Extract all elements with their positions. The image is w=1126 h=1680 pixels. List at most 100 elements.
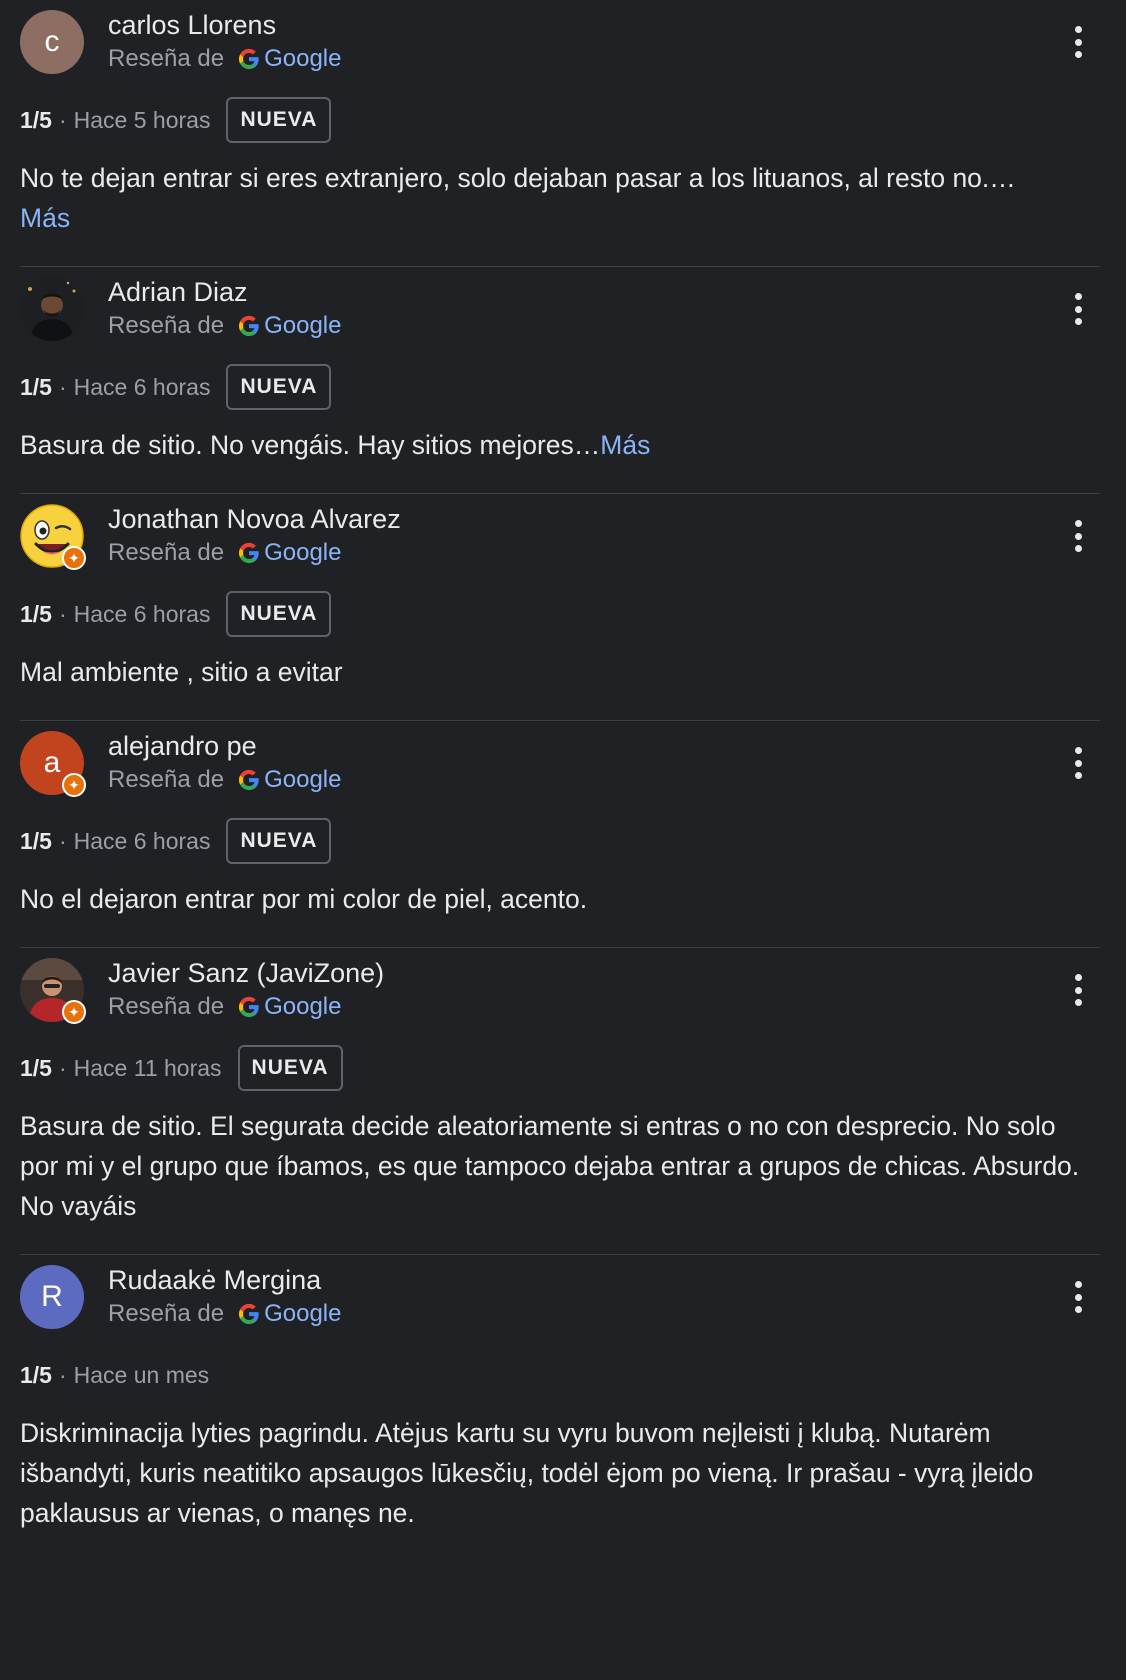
new-badge: NUEVA bbox=[237, 1045, 343, 1091]
review-text-body: Basura de sitio. No vengáis. Hay sitios … bbox=[20, 430, 601, 460]
new-badge: NUEVA bbox=[226, 364, 332, 410]
review-time: Hace 6 horas bbox=[73, 373, 211, 400]
review-text: Basura de sitio. No vengáis. Hay sitios … bbox=[20, 425, 1100, 493]
review-header: Adrian Diaz Reseña de Google bbox=[20, 267, 1100, 355]
review-meta: 1/5 · Hace 6 horas NUEVA bbox=[20, 363, 1100, 411]
avatar[interactable]: c bbox=[20, 10, 84, 74]
review-header: R Rudaakė Mergina Reseña de Google bbox=[20, 1255, 1100, 1343]
review-meta: 1/5 · Hace 6 horas NUEVA bbox=[20, 590, 1100, 638]
review-text-body: Basura de sitio. El segurata decide alea… bbox=[20, 1111, 1080, 1221]
source-name[interactable]: Google bbox=[264, 993, 341, 1021]
google-g-icon bbox=[238, 996, 260, 1018]
reviewer-name[interactable]: Rudaakė Mergina bbox=[108, 1265, 321, 1296]
review-card: R Rudaakė Mergina Reseña de Google 1/5 · Hace … bbox=[20, 1255, 1100, 1561]
more-options-icon[interactable] bbox=[1066, 289, 1090, 329]
rating-value: 1/5 bbox=[20, 373, 52, 400]
review-text-body: No el dejaron entrar por mi color de pie… bbox=[20, 884, 588, 914]
rating-value: 1/5 bbox=[20, 1361, 52, 1388]
source-name[interactable]: Google bbox=[264, 1300, 341, 1328]
new-badge: NUEVA bbox=[226, 591, 332, 637]
review-time: Hace un mes bbox=[73, 1361, 210, 1388]
source-prefix: Reseña de bbox=[108, 312, 225, 339]
review-meta: 1/5 · Hace un mes bbox=[20, 1351, 1100, 1399]
rating-value: 1/5 bbox=[20, 600, 52, 627]
source-name[interactable]: Google bbox=[264, 312, 341, 340]
review-card: c carlos Llorens Reseña de Google 1/5 · Hace 5… bbox=[20, 0, 1100, 267]
avatar[interactable]: R bbox=[20, 1265, 84, 1329]
review-text: No el dejaron entrar por mi color de pie… bbox=[20, 879, 1100, 947]
review-card: ✦ Jonathan Novoa Alvarez Reseña de Google 1/… bbox=[20, 494, 1100, 721]
review-source: Reseña de Google bbox=[108, 312, 341, 340]
rating-value: 1/5 bbox=[20, 106, 52, 133]
separator-dot: · bbox=[58, 373, 67, 400]
avatar-letter: c bbox=[20, 10, 84, 74]
separator-dot: · bbox=[58, 827, 67, 854]
review-header: c carlos Llorens Reseña de Google bbox=[20, 0, 1100, 88]
review-meta: 1/5 · Hace 5 horas NUEVA bbox=[20, 96, 1100, 144]
review-text: No te dejan entrar si eres extranjero, s… bbox=[20, 158, 1100, 266]
new-badge: NUEVA bbox=[226, 97, 332, 143]
source-prefix: Reseña de bbox=[108, 1300, 225, 1327]
avatar[interactable]: ✦ bbox=[20, 504, 86, 570]
separator-dot: · bbox=[58, 1054, 67, 1081]
review-text-body: No te dejan entrar si eres extranjero, s… bbox=[20, 163, 1016, 193]
review-text-body: Mal ambiente , sitio a evitar bbox=[20, 657, 343, 687]
reviewer-name[interactable]: Adrian Diaz bbox=[108, 277, 248, 308]
avatar-letter: R bbox=[20, 1265, 84, 1329]
separator-dot: · bbox=[58, 600, 67, 627]
more-options-icon[interactable] bbox=[1066, 1277, 1090, 1317]
source-prefix: Reseña de bbox=[108, 539, 225, 566]
source-name[interactable]: Google bbox=[264, 539, 341, 567]
review-meta: 1/5 · Hace 6 horas NUEVA bbox=[20, 817, 1100, 865]
source-prefix: Reseña de bbox=[108, 766, 225, 793]
more-options-icon[interactable] bbox=[1066, 743, 1090, 783]
review-source: Reseña de Google bbox=[108, 993, 341, 1021]
google-g-icon bbox=[238, 1303, 260, 1325]
google-g-icon bbox=[238, 315, 260, 337]
separator-dot: · bbox=[58, 106, 67, 133]
source-name[interactable]: Google bbox=[264, 45, 341, 73]
source-prefix: Reseña de bbox=[108, 993, 225, 1020]
reviews-list: c carlos Llorens Reseña de Google 1/5 · Hace 5… bbox=[0, 0, 1126, 1561]
review-time: Hace 6 horas bbox=[73, 600, 211, 627]
more-options-icon[interactable] bbox=[1066, 516, 1090, 556]
review-card: a ✦ alejandro pe Reseña de Google 1/5 · Hace 6 … bbox=[20, 721, 1100, 948]
reviewer-name[interactable]: Javier Sanz (JaviZone) bbox=[108, 958, 384, 989]
review-text: Basura de sitio. El segurata decide alea… bbox=[20, 1106, 1100, 1254]
separator-dot: · bbox=[58, 1361, 67, 1388]
review-header: ✦ Javier Sanz (JaviZone) Reseña de Google bbox=[20, 948, 1100, 1036]
reviewer-name[interactable]: Jonathan Novoa Alvarez bbox=[108, 504, 401, 535]
rating-value: 1/5 bbox=[20, 827, 52, 854]
review-source: Reseña de Google bbox=[108, 766, 341, 794]
local-guide-star-icon: ✦ bbox=[62, 1000, 86, 1024]
review-source: Reseña de Google bbox=[108, 45, 341, 73]
review-source: Reseña de Google bbox=[108, 539, 341, 567]
review-time: Hace 6 horas bbox=[73, 827, 211, 854]
review-card: ✦ Javier Sanz (JaviZone) Reseña de Google 1/… bbox=[20, 948, 1100, 1255]
source-name[interactable]: Google bbox=[264, 766, 341, 794]
rating-value: 1/5 bbox=[20, 1054, 52, 1081]
review-text: Mal ambiente , sitio a evitar bbox=[20, 652, 1100, 720]
review-time: Hace 5 horas bbox=[73, 106, 211, 133]
more-options-icon[interactable] bbox=[1066, 970, 1090, 1010]
local-guide-star-icon: ✦ bbox=[62, 546, 86, 570]
google-g-icon bbox=[238, 769, 260, 791]
review-time: Hace 11 horas bbox=[73, 1054, 222, 1081]
avatar[interactable]: ✦ bbox=[20, 958, 86, 1024]
avatar[interactable] bbox=[20, 277, 84, 341]
review-header: ✦ Jonathan Novoa Alvarez Reseña de Google bbox=[20, 494, 1100, 582]
google-g-icon bbox=[238, 542, 260, 564]
local-guide-star-icon: ✦ bbox=[62, 773, 86, 797]
more-options-icon[interactable] bbox=[1066, 22, 1090, 62]
google-g-icon bbox=[238, 48, 260, 70]
more-link[interactable]: Más bbox=[20, 203, 70, 233]
reviewer-name[interactable]: alejandro pe bbox=[108, 731, 257, 762]
source-prefix: Reseña de bbox=[108, 45, 225, 72]
review-source: Reseña de Google bbox=[108, 1300, 341, 1328]
avatar-photo bbox=[20, 277, 84, 341]
avatar[interactable]: a ✦ bbox=[20, 731, 86, 797]
reviewer-name[interactable]: carlos Llorens bbox=[108, 10, 276, 41]
more-link[interactable]: Más bbox=[600, 430, 650, 460]
review-text-body: Diskriminacija lyties pagrindu. Atėjus k… bbox=[20, 1418, 1034, 1528]
review-text: Diskriminacija lyties pagrindu. Atėjus k… bbox=[20, 1413, 1100, 1561]
